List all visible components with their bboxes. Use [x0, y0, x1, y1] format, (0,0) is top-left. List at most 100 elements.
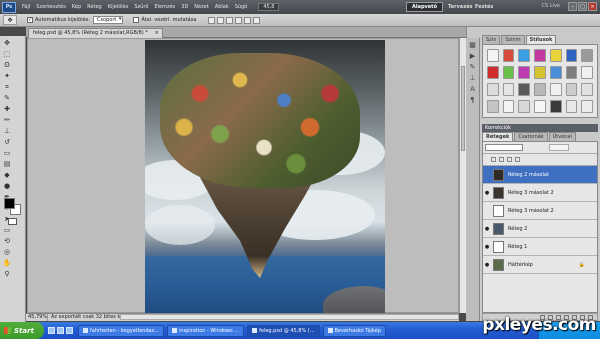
status-zoom[interactable]: 45,79% [26, 314, 48, 321]
taskbar-task[interactable]: feleg.psd @ 45,8% (... [247, 324, 320, 337]
cs-live-button[interactable]: CS Live [542, 3, 560, 9]
style-swatch[interactable] [565, 49, 578, 62]
brush-tool-icon[interactable]: ✏ [2, 116, 12, 125]
quick-launch-icon[interactable] [48, 327, 55, 334]
style-swatch[interactable] [502, 49, 515, 62]
visibility-eye-icon[interactable]: ● [483, 262, 491, 268]
shape-tool-icon[interactable]: ▭ [2, 226, 12, 235]
show-transform-checkbox[interactable]: Átal. vezérl. mutatása [133, 17, 196, 23]
layer-row[interactable]: Réteg 3 másolat 2 [483, 202, 597, 220]
opacity-field[interactable] [549, 144, 569, 151]
style-swatch[interactable] [549, 100, 562, 113]
auto-select-checkbox[interactable]: ✓ Automatikus kijelölés: [27, 17, 90, 23]
style-swatch[interactable] [581, 83, 593, 96]
workspace-essentials-button[interactable]: Alapvető [406, 2, 444, 12]
style-swatch[interactable] [549, 66, 562, 79]
style-swatch[interactable] [502, 83, 515, 96]
style-swatch[interactable] [487, 83, 499, 96]
style-swatch[interactable] [518, 83, 531, 96]
maximize-icon[interactable]: □ [578, 2, 587, 11]
style-swatch[interactable] [565, 66, 578, 79]
crop-tool-icon[interactable]: ⌗ [2, 83, 12, 92]
visibility-eye-icon[interactable]: ● [483, 190, 491, 196]
style-swatch[interactable] [581, 100, 593, 113]
style-swatch[interactable] [487, 100, 499, 113]
taskbar-task[interactable]: inspiration - Windows ... [167, 324, 245, 337]
style-swatch[interactable] [534, 83, 546, 96]
tab-layers[interactable]: Rétegek [482, 132, 514, 141]
workspace-painting-button[interactable]: Festés [470, 2, 498, 12]
layer-row[interactable]: Réteg 2 másolat [483, 166, 597, 184]
document-image[interactable] [145, 40, 385, 315]
zoom-tool-icon[interactable]: ⚲ [2, 270, 12, 279]
style-swatch[interactable] [549, 83, 562, 96]
quick-launch-icon[interactable] [66, 327, 73, 334]
minimize-icon[interactable]: – [568, 2, 577, 11]
horizontal-scrollbar[interactable] [120, 314, 459, 320]
menu-3d[interactable]: 3D [178, 4, 191, 10]
dodge-tool-icon[interactable]: ● [2, 182, 12, 191]
adjustments-panel-header[interactable]: Korrekciók [482, 124, 598, 132]
style-swatch[interactable] [502, 100, 515, 113]
layer-row[interactable]: ● Réteg 1 [483, 238, 597, 256]
3d-orbit-icon[interactable]: ◎ [2, 248, 12, 257]
lock-all-icon[interactable] [515, 157, 520, 162]
paragraph-panel-icon[interactable]: ¶ [469, 96, 477, 104]
eyedropper-icon[interactable]: ✎ [2, 94, 12, 103]
history-brush-icon[interactable]: ↺ [2, 138, 12, 147]
style-swatch[interactable] [581, 49, 593, 62]
lock-pixels-icon[interactable] [499, 157, 504, 162]
gradient-tool-icon[interactable]: ▤ [2, 160, 12, 169]
menu-file[interactable]: Fájl [19, 4, 33, 10]
quick-mask-icon[interactable] [8, 218, 17, 225]
align-center-icon[interactable] [244, 16, 252, 24]
style-swatch[interactable] [518, 49, 531, 62]
menu-window[interactable]: Ablak [212, 4, 232, 10]
document-tab[interactable]: feleg.psd @ 45,8% (Réteg 2 másolat,RGB/8… [28, 28, 163, 38]
blur-tool-icon[interactable]: ◆ [2, 171, 12, 180]
align-right-icon[interactable] [253, 16, 261, 24]
style-swatch[interactable] [534, 49, 546, 62]
start-button[interactable]: Start [0, 322, 44, 339]
lasso-tool-icon[interactable]: ʘ [2, 61, 12, 70]
menu-help[interactable]: Súgó [232, 4, 251, 10]
menu-filter[interactable]: Szűrő [131, 4, 151, 10]
style-swatch[interactable] [581, 66, 593, 79]
foreground-color-swatch[interactable] [4, 198, 15, 209]
tab-paths[interactable]: Útvonal [548, 132, 576, 141]
scroll-thumb[interactable] [461, 66, 465, 151]
visibility-eye-icon[interactable]: ● [483, 244, 491, 250]
auto-select-dropdown[interactable]: Csoport [92, 16, 124, 24]
close-icon[interactable]: × [588, 2, 597, 11]
magic-wand-icon[interactable]: ✦ [2, 72, 12, 81]
taskbar-task[interactable]: Bevérhaskó Tájkép [322, 324, 386, 337]
visibility-eye-icon[interactable]: ● [483, 226, 491, 232]
layer-row[interactable]: ● Háttérkép 🔒 [483, 256, 597, 274]
history-panel-icon[interactable]: ▦ [469, 41, 477, 49]
lock-transparency-icon[interactable] [491, 157, 496, 162]
style-swatch[interactable] [565, 83, 578, 96]
quick-launch-icon[interactable] [57, 327, 64, 334]
clone-source-icon[interactable]: ⊥ [469, 74, 477, 82]
menu-select[interactable]: Kijelölés [105, 4, 132, 10]
style-swatch[interactable] [487, 66, 499, 79]
menu-edit[interactable]: Szerkesztés [33, 4, 69, 10]
tab-channels[interactable]: Csatornák [514, 132, 548, 141]
3d-rotate-icon[interactable]: ⟲ [2, 237, 12, 246]
tab-color[interactable]: Szín [482, 35, 501, 44]
vertical-scrollbar[interactable] [459, 38, 466, 313]
actions-panel-icon[interactable]: ▶ [469, 52, 477, 60]
move-tool-icon[interactable]: ✥ [2, 39, 12, 48]
style-swatch[interactable] [502, 66, 515, 79]
align-middle-icon[interactable] [217, 16, 225, 24]
style-swatch[interactable] [565, 100, 578, 113]
menu-image[interactable]: Kép [69, 4, 84, 10]
layer-row[interactable]: ● Réteg 3 másolat 2 [483, 184, 597, 202]
tab-swatches[interactable]: Színm [501, 35, 525, 44]
clone-stamp-icon[interactable]: ⊥ [2, 127, 12, 136]
healing-brush-icon[interactable]: ✚ [2, 105, 12, 114]
hand-tool-icon[interactable]: ✋ [2, 259, 12, 268]
menu-analysis[interactable]: Elemzés [151, 4, 178, 10]
align-top-icon[interactable] [208, 16, 216, 24]
character-panel-icon[interactable]: A [469, 85, 477, 93]
